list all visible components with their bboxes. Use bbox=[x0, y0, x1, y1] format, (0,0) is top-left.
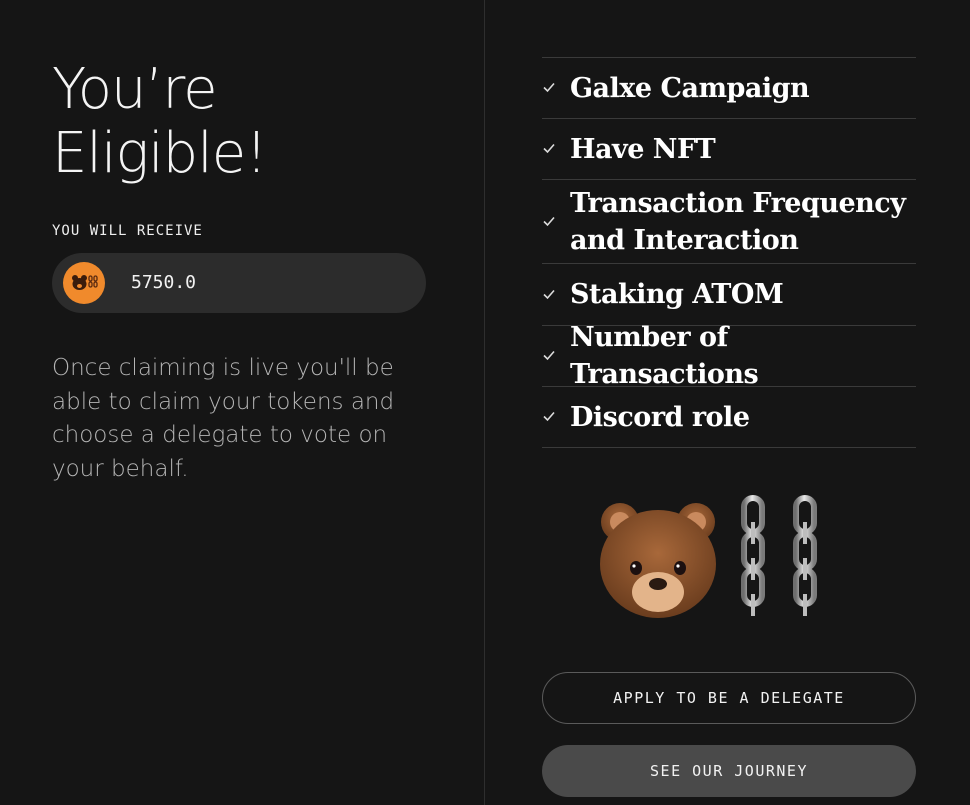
column-divider bbox=[484, 0, 485, 805]
criteria-item-staking-atom: Staking ATOM bbox=[542, 264, 916, 326]
receive-label: YOU WILL RECEIVE bbox=[52, 223, 203, 239]
criteria-label: Discord role bbox=[570, 401, 750, 433]
title-line-1: You’re bbox=[52, 57, 218, 122]
criteria-item-have-nft: Have NFT bbox=[542, 119, 916, 180]
criteria-label: Galxe Campaign bbox=[570, 72, 810, 104]
criteria-item-transaction-frequency: Transaction Frequency and Interaction bbox=[542, 180, 916, 264]
apply-delegate-button[interactable]: APPLY TO BE A DELEGATE bbox=[542, 672, 916, 724]
criteria-label: Number of Transactions bbox=[570, 322, 759, 390]
title-line-2: Eligible! bbox=[52, 121, 268, 186]
bear-chain-token-icon bbox=[63, 262, 105, 304]
reward-amount-pill: 5750.0 bbox=[52, 253, 426, 313]
see-journey-button[interactable]: SEE OUR JOURNEY bbox=[542, 745, 916, 797]
check-icon bbox=[543, 143, 555, 154]
eligibility-criteria-list: Galxe Campaign Have NFT Transaction Freq… bbox=[542, 57, 916, 448]
check-icon bbox=[543, 289, 555, 299]
criteria-item-discord-role: Discord role bbox=[542, 387, 916, 448]
page-title: You’re Eligible! bbox=[52, 58, 432, 186]
reward-amount: 5750.0 bbox=[131, 272, 197, 293]
criteria-item-galxe-campaign: Galxe Campaign bbox=[542, 58, 916, 119]
check-icon bbox=[543, 216, 555, 226]
criteria-label: Have NFT bbox=[570, 133, 716, 165]
criteria-item-number-of-transactions: Number of Transactions bbox=[542, 322, 916, 390]
claim-info-text: Once claiming is live you'll be able to … bbox=[52, 355, 395, 482]
check-icon bbox=[543, 82, 555, 93]
check-icon bbox=[543, 350, 555, 361]
criteria-label: Transaction Frequency and Interaction bbox=[570, 187, 906, 256]
check-icon bbox=[543, 411, 555, 422]
bear-chain-mascot bbox=[598, 492, 838, 622]
criteria-label: Staking ATOM bbox=[570, 279, 784, 310]
